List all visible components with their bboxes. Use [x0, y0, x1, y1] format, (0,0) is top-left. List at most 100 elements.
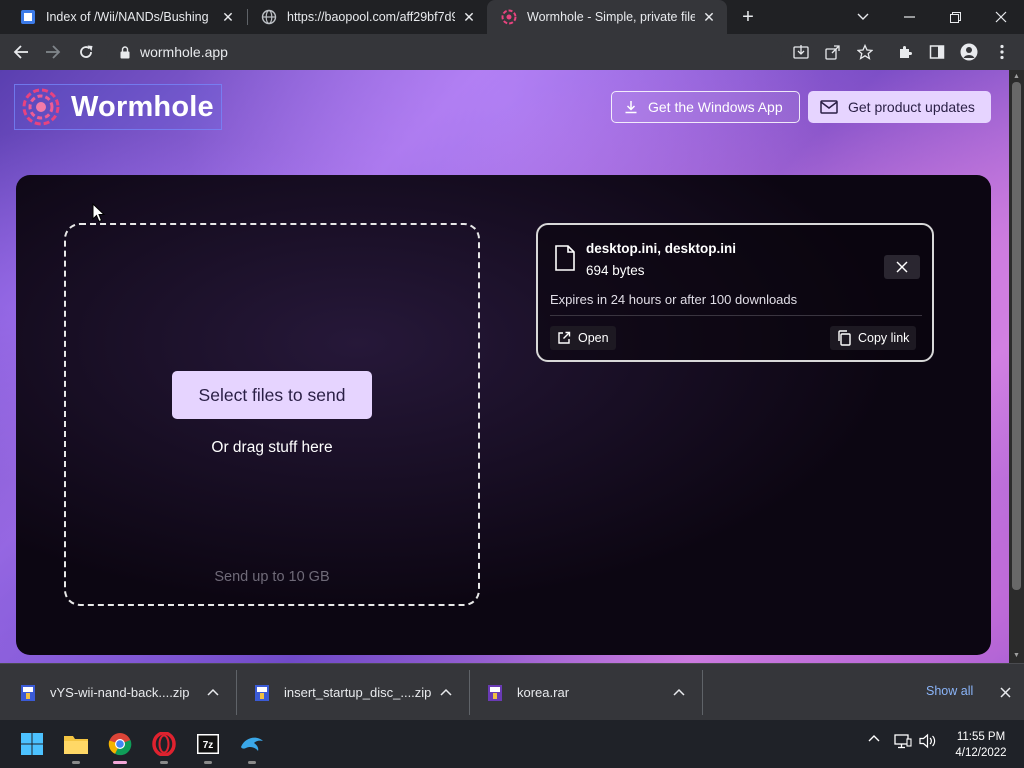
winrar-archive-icon	[488, 684, 502, 701]
running-indicator	[248, 761, 256, 764]
tab-search-icon[interactable]	[840, 0, 886, 34]
expiry-note: Expires in 24 hours or after 100 downloa…	[550, 292, 798, 307]
extensions-puzzle-icon[interactable]	[889, 36, 921, 68]
close-icon	[896, 261, 908, 273]
download-filename: vYS-wii-nand-back....zip	[50, 685, 190, 700]
file-card: desktop.ini, desktop.ini 694 bytes Expir…	[536, 223, 934, 362]
copy-link-button[interactable]: Copy link	[830, 326, 917, 350]
external-link-icon	[557, 331, 571, 345]
forward-button[interactable]	[37, 36, 69, 68]
open-label: Open	[578, 331, 609, 345]
get-product-updates-label: Get product updates	[848, 99, 975, 115]
get-windows-app-button[interactable]: Get the Windows App	[611, 91, 800, 123]
dolphin-emulator-icon[interactable]	[236, 728, 268, 764]
mouse-cursor-icon	[92, 203, 106, 223]
select-files-button[interactable]: Select files to send	[172, 371, 372, 419]
wormhole-logo-icon	[22, 88, 60, 126]
chevron-up-icon[interactable]	[206, 685, 220, 699]
wormhole-logo-icon	[501, 9, 517, 25]
tab-baopool[interactable]: https://baopool.com/aff29bf7d9 ✕	[247, 0, 487, 34]
download-item[interactable]: korea.rar	[487, 664, 697, 721]
file-icon	[555, 245, 575, 271]
get-windows-app-label: Get the Windows App	[648, 99, 783, 115]
get-product-updates-button[interactable]: Get product updates	[808, 91, 991, 123]
windows-start-icon[interactable]	[16, 728, 48, 760]
tab-title: Index of /Wii/NANDs/Bushing	[46, 10, 209, 24]
file-drop-zone[interactable]: Select files to send Or drag stuff here …	[64, 223, 480, 606]
close-download-bar-icon[interactable]	[997, 684, 1013, 700]
file-names: desktop.ini, desktop.ini	[586, 241, 737, 256]
chrome-icon[interactable]	[104, 728, 136, 764]
new-tab-button[interactable]: +	[736, 0, 760, 34]
address-bar[interactable]: wormhole.app	[106, 38, 782, 66]
brand-name: Wormhole	[71, 90, 214, 123]
remove-file-button[interactable]	[884, 255, 920, 279]
winrar-zip-icon	[21, 684, 35, 701]
close-window-button[interactable]	[978, 0, 1024, 34]
running-indicator	[204, 761, 212, 764]
svg-text:7z: 7z	[203, 740, 214, 751]
download-item[interactable]: vYS-wii-nand-back....zip	[20, 664, 230, 721]
copy-link-label: Copy link	[858, 331, 910, 345]
file-size: 694 bytes	[586, 263, 645, 278]
scrollbar-thumb[interactable]	[1012, 82, 1021, 590]
copy-icon	[837, 330, 851, 346]
tab-title: https://baopool.com/aff29bf7d9	[287, 10, 455, 24]
side-panel-icon[interactable]	[921, 36, 953, 68]
size-limit-note: Send up to 10 GB	[214, 569, 330, 585]
card-divider	[550, 315, 922, 316]
system-clock[interactable]: 11:55 PM 4/12/2022	[944, 729, 1018, 761]
show-all-downloads-link[interactable]: Show all	[926, 684, 973, 698]
brand-logo-link[interactable]: Wormhole	[14, 84, 222, 130]
download-bar: vYS-wii-nand-back....zip insert_startup_…	[0, 663, 1024, 720]
tab-index-wii-nands[interactable]: Index of /Wii/NANDs/Bushing ✕	[6, 0, 246, 34]
profile-avatar-icon[interactable]	[953, 36, 985, 68]
tab-strip: Index of /Wii/NANDs/Bushing ✕ https://ba…	[0, 0, 1024, 34]
file-explorer-icon[interactable]	[60, 728, 92, 764]
scroll-down-icon[interactable]: ▼	[1012, 651, 1021, 660]
chrome-menu-icon[interactable]	[986, 36, 1018, 68]
install-app-icon[interactable]	[785, 36, 817, 68]
close-tab-icon[interactable]: ✕	[701, 9, 717, 25]
tab-wormhole[interactable]: Wormhole - Simple, private file sh ✕	[487, 0, 727, 34]
network-icon[interactable]	[894, 733, 912, 749]
scroll-up-icon[interactable]: ▲	[1012, 72, 1021, 81]
restore-button[interactable]	[932, 0, 978, 34]
download-divider	[702, 670, 703, 715]
minimize-button[interactable]	[886, 0, 932, 34]
page-viewport: Wormhole Get the Windows App Get product…	[0, 70, 1009, 663]
volume-icon[interactable]	[919, 733, 937, 749]
chevron-up-icon[interactable]	[439, 685, 453, 699]
page-scrollbar[interactable]: ▲ ▼	[1009, 70, 1024, 663]
open-button[interactable]: Open	[550, 326, 616, 350]
bookmark-star-icon[interactable]	[849, 36, 881, 68]
download-divider	[469, 670, 470, 715]
chevron-up-icon[interactable]	[672, 685, 686, 699]
reload-button[interactable]	[70, 36, 102, 68]
tab-title: Wormhole - Simple, private file sh	[527, 10, 695, 24]
back-button[interactable]	[5, 36, 37, 68]
globe-icon	[261, 9, 277, 25]
drag-hint: Or drag stuff here	[211, 439, 333, 456]
windows-taskbar: 7z 11:55 PM 4/12/2022	[0, 720, 1024, 768]
download-filename: korea.rar	[517, 685, 570, 700]
share-icon[interactable]	[817, 36, 849, 68]
running-indicator	[72, 761, 80, 764]
show-hidden-icons-chevron-icon[interactable]	[868, 734, 880, 742]
mail-icon	[820, 100, 838, 114]
7zip-icon[interactable]: 7z	[192, 728, 224, 764]
blue-square-icon	[20, 9, 36, 25]
address-text: wormhole.app	[140, 44, 228, 60]
download-filename: insert_startup_disc_....zip	[284, 685, 432, 700]
opera-icon[interactable]	[148, 728, 180, 764]
clock-date: 4/12/2022	[955, 747, 1007, 759]
download-item[interactable]: insert_startup_disc_....zip	[254, 664, 464, 721]
close-tab-icon[interactable]: ✕	[461, 9, 477, 25]
close-tab-icon[interactable]: ✕	[220, 9, 236, 25]
winrar-zip-icon	[255, 684, 269, 701]
browser-toolbar: wormhole.app	[0, 34, 1024, 70]
lock-icon	[120, 45, 130, 59]
clock-time: 11:55 PM	[956, 731, 1006, 743]
running-indicator	[160, 761, 168, 764]
active-indicator	[113, 761, 127, 764]
